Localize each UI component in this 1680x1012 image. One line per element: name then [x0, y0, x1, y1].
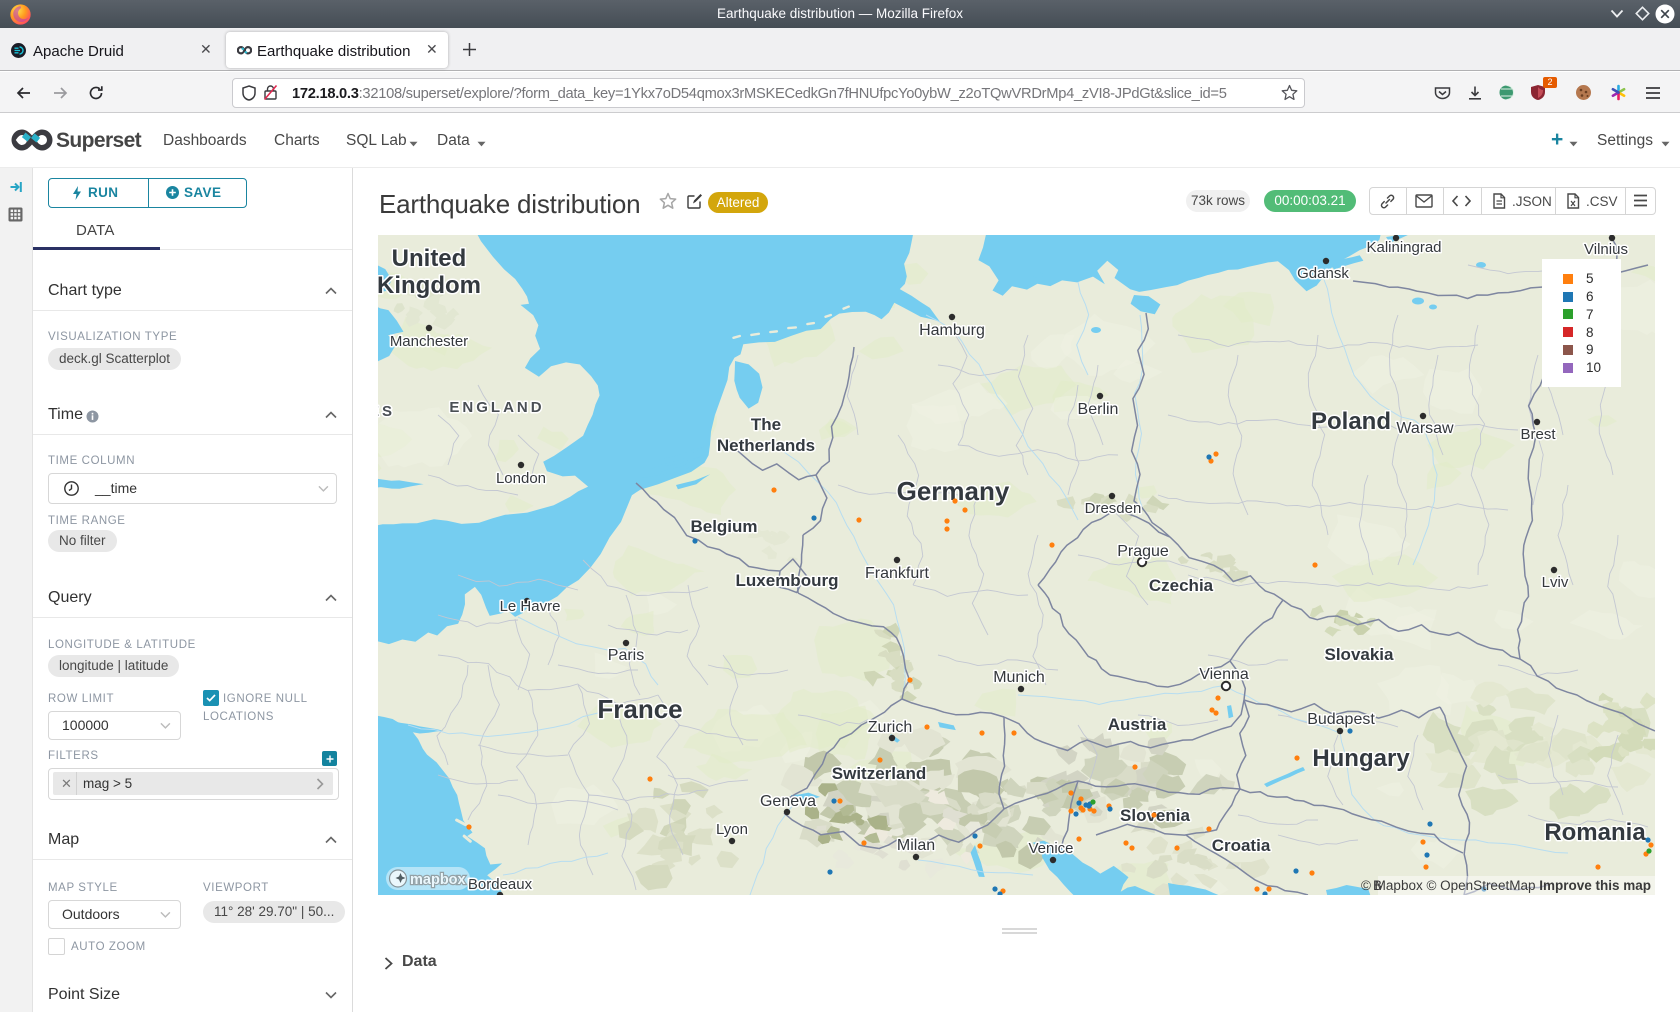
svg-text:France: France — [597, 694, 682, 724]
svg-text:Berlin: Berlin — [1078, 401, 1119, 418]
svg-text:Poland: Poland — [1311, 408, 1391, 435]
svg-text:9: 9 — [1586, 342, 1594, 357]
svg-text:Kaliningrad: Kaliningrad — [1366, 239, 1441, 256]
svg-text:Switzerland: Switzerland — [832, 764, 926, 783]
svg-text:Croatia: Croatia — [1212, 836, 1271, 855]
svg-text:Frankfurt: Frankfurt — [865, 565, 930, 582]
svg-text:8: 8 — [1586, 325, 1594, 340]
svg-text:Romania: Romania — [1544, 819, 1646, 846]
svg-text:Austria: Austria — [1108, 715, 1167, 734]
svg-text:Paris: Paris — [608, 647, 644, 664]
svg-text:6: 6 — [1586, 289, 1594, 304]
svg-text:Slovakia: Slovakia — [1325, 645, 1395, 664]
svg-text:Bordeaux: Bordeaux — [468, 876, 533, 893]
svg-text:Gdansk: Gdansk — [1297, 265, 1349, 282]
svg-text:Venice: Venice — [1028, 840, 1073, 857]
svg-text:7: 7 — [1586, 307, 1594, 322]
svg-text:Dresden: Dresden — [1085, 500, 1142, 517]
svg-text:Brest: Brest — [1520, 426, 1556, 443]
svg-text:Le Havre: Le Havre — [500, 598, 561, 615]
svg-text:Lviv: Lviv — [1542, 574, 1569, 591]
svg-text:Prague: Prague — [1117, 543, 1169, 560]
svg-text:Milan: Milan — [897, 837, 935, 854]
svg-text:The: The — [751, 415, 781, 434]
svg-text:Vienna: Vienna — [1199, 666, 1249, 683]
svg-text:Belgium: Belgium — [690, 517, 757, 536]
svg-text:Luxembourg: Luxembourg — [736, 571, 839, 590]
svg-text:Munich: Munich — [993, 669, 1045, 686]
svg-text:Hamburg: Hamburg — [919, 322, 985, 339]
svg-text:B: B — [1373, 878, 1382, 893]
svg-text:Lyon: Lyon — [716, 821, 748, 838]
svg-text:10: 10 — [1586, 360, 1601, 375]
svg-text:Kingdom: Kingdom — [378, 272, 481, 299]
svg-text:Warsaw: Warsaw — [1396, 420, 1454, 437]
svg-text:Hungary: Hungary — [1312, 745, 1410, 772]
svg-text:ENGLAND: ENGLAND — [449, 399, 544, 416]
svg-text:ES: ES — [378, 403, 395, 420]
svg-text:Budapest: Budapest — [1307, 711, 1375, 728]
svg-text:Manchester: Manchester — [390, 333, 468, 350]
svg-text:Czechia: Czechia — [1149, 576, 1214, 595]
svg-text:© Mapbox © OpenStreetMap Impro: © Mapbox © OpenStreetMap Improve this ma… — [1361, 878, 1651, 893]
svg-text:mapbox: mapbox — [410, 872, 466, 888]
svg-text:Netherlands: Netherlands — [717, 436, 815, 455]
svg-text:United: United — [392, 245, 467, 272]
svg-text:London: London — [496, 470, 546, 487]
svg-text:Geneva: Geneva — [760, 793, 816, 810]
svg-text:Vilnius: Vilnius — [1584, 241, 1628, 258]
svg-text:5: 5 — [1586, 271, 1594, 286]
svg-text:Zurich: Zurich — [868, 719, 912, 736]
